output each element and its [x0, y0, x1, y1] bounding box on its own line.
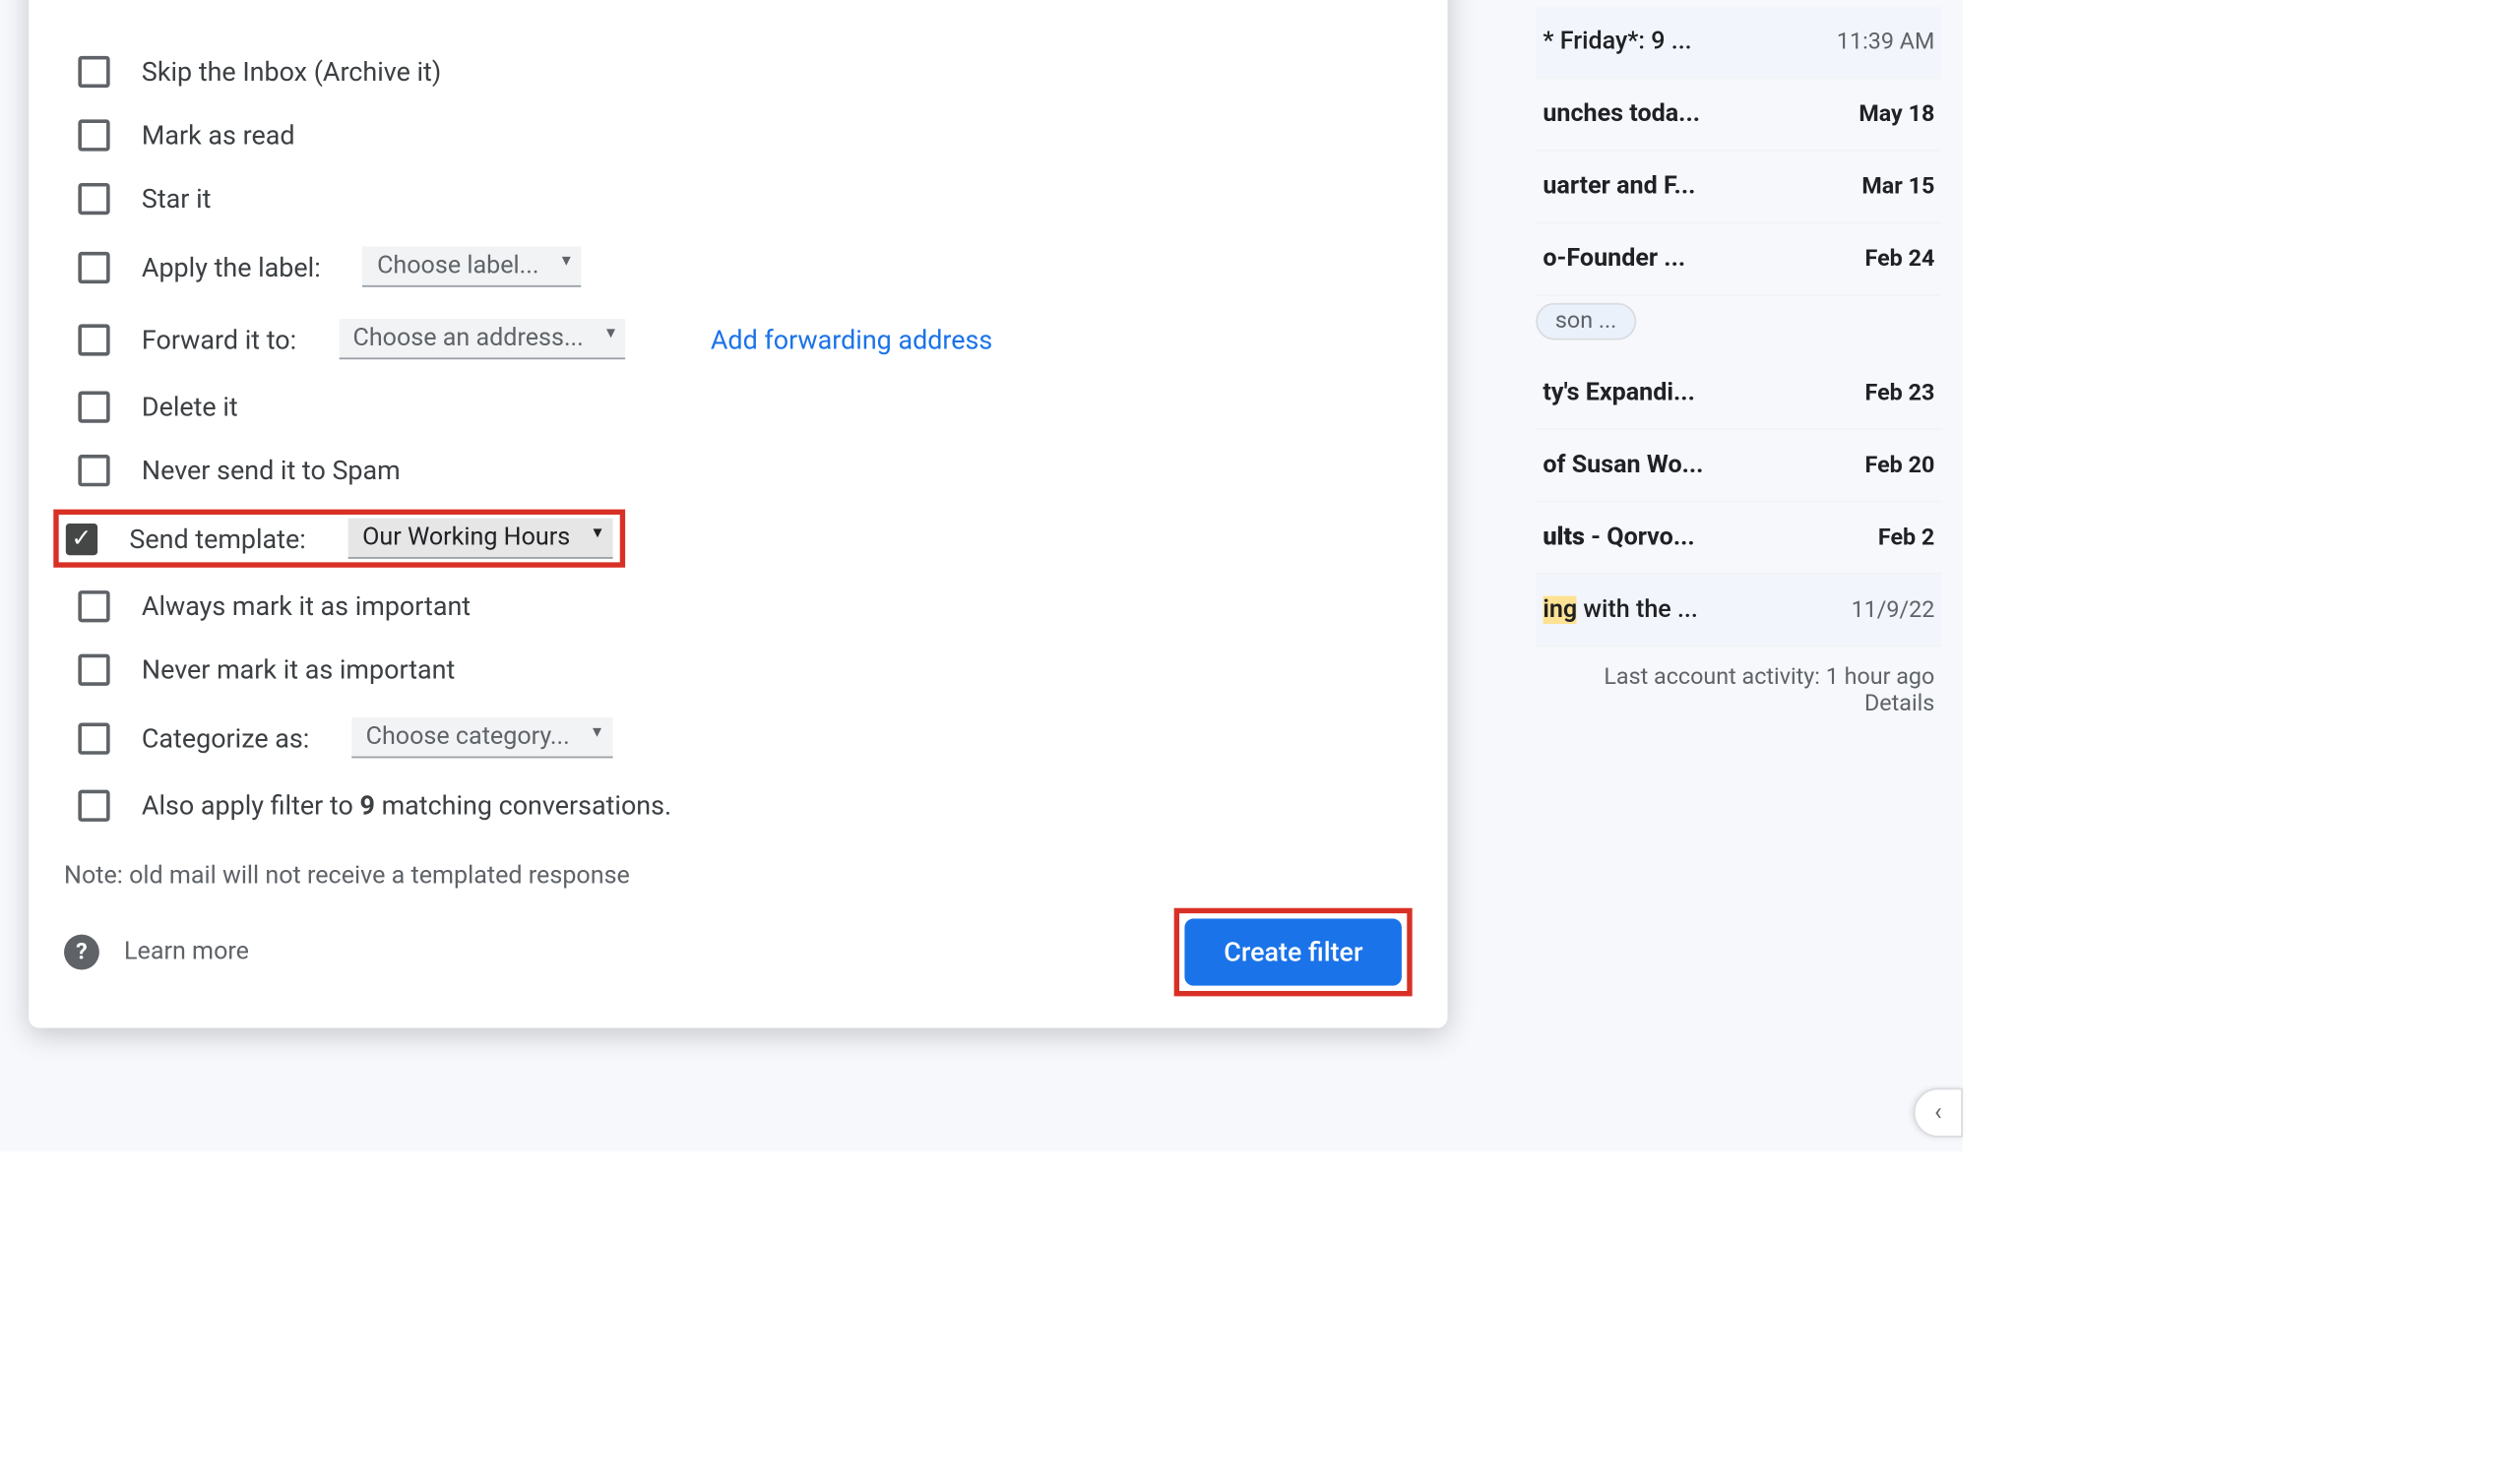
checkbox[interactable] [78, 790, 109, 822]
option-also-apply[interactable]: Also apply filter to 9 matching conversa… [64, 774, 1413, 838]
checkbox[interactable] [78, 455, 109, 486]
sidebar-item-inbox[interactable]: Inbox569 [0, 65, 15, 125]
option-forward[interactable]: Forward it to:Choose an address...Add fo… [64, 303, 1413, 376]
checkbox[interactable] [78, 183, 109, 215]
filter-panel: When a message is an exact match for you… [29, 0, 1447, 1028]
filter-note: Note: old mail will not receive a templa… [64, 862, 1413, 891]
pager: 1–8 of 9 ‹ › [1536, 0, 1941, 7]
category-dropdown[interactable]: Choose category... [351, 717, 612, 758]
email-row[interactable]: o-Founder ...Feb 24 [1536, 223, 1941, 296]
option-skip-inbox[interactable]: Skip the Inbox (Archive it) [64, 40, 1413, 104]
email-row[interactable]: unches toda...May 18 [1536, 79, 1941, 152]
highlight-send-template: ✓ Send template: Our Working Hours [53, 510, 625, 568]
filter-back-button[interactable] [64, 0, 124, 16]
filter-title: When a message is an exact match for you… [149, 0, 843, 1]
forward-dropdown[interactable]: Choose an address... [339, 319, 626, 359]
option-categorize[interactable]: Categorize as:Choose category... [64, 702, 1413, 774]
label-test[interactable]: Test [0, 630, 15, 690]
checkbox[interactable] [78, 722, 109, 754]
checkbox[interactable] [78, 391, 109, 422]
sidebar-item-more[interactable]: More [0, 365, 15, 425]
checkbox-send-template[interactable]: ✓ [66, 523, 97, 554]
sidebar-item-starred[interactable]: Starred [0, 125, 15, 185]
template-dropdown[interactable]: Our Working Hours [348, 519, 612, 559]
create-filter-button[interactable]: Create filter [1185, 919, 1402, 986]
learn-more-link[interactable]: ? Learn more [64, 935, 249, 970]
email-row[interactable]: ults - Qorvo...Feb 2 [1536, 502, 1941, 575]
sidebar: Gmail Compose Inbox569StarredSnoozedSent… [0, 0, 29, 1151]
sidebar-item-snoozed[interactable]: Snoozed [0, 185, 15, 245]
email-row[interactable]: ing with the ...11/9/22 [1536, 575, 1941, 648]
details-link[interactable]: Details [1543, 691, 1934, 717]
checkbox[interactable] [78, 323, 109, 354]
help-icon: ? [64, 935, 99, 970]
label-notes[interactable]: Notes [0, 570, 15, 630]
label-meaningful[interactable]: Meaningful [0, 510, 15, 570]
checkbox[interactable] [78, 56, 109, 88]
option-never-spam[interactable]: Never send it to Spam [64, 439, 1413, 503]
show-sidepanel-button[interactable]: ‹ [1914, 1088, 1963, 1138]
chip[interactable]: son ... [1536, 303, 1636, 340]
add-forwarding-link[interactable]: Add forwarding address [711, 323, 992, 354]
activity-footer: Last account activity: 1 hour ago Detail… [1536, 647, 1941, 735]
email-row[interactable]: ty's Expandi...Feb 23 [1536, 357, 1941, 430]
email-row[interactable]: of Susan Wo...Feb 20 [1536, 430, 1941, 503]
highlight-create-filter: Create filter [1174, 908, 1413, 997]
labels-header: Labels + [0, 425, 15, 510]
option-star[interactable]: Star it [64, 167, 1413, 231]
label-dropdown[interactable]: Choose label... [363, 246, 582, 286]
option-always-important[interactable]: Always mark it as important [64, 575, 1413, 639]
checkbox[interactable] [78, 654, 109, 686]
email-list: 1–8 of 9 ‹ › * Friday*: 9 ...11:39 AMunc… [1536, 0, 1941, 735]
option-mark-read[interactable]: Mark as read [64, 103, 1413, 167]
email-row[interactable]: uarter and F...Mar 15 [1536, 152, 1941, 224]
email-row[interactable]: * Friday*: 9 ...11:39 AM [1536, 7, 1941, 80]
option-apply-label[interactable]: Apply the label:Choose label... [64, 230, 1413, 303]
option-never-important[interactable]: Never mark it as important [64, 638, 1413, 702]
checkbox[interactable] [78, 119, 109, 151]
main-area: working hours Active ? iDownloadBlog [29, 0, 1963, 1151]
sidebar-item-sent[interactable]: Sent [0, 245, 15, 305]
checkbox[interactable] [78, 590, 109, 622]
checkbox[interactable] [78, 251, 109, 282]
option-delete[interactable]: Delete it [64, 375, 1413, 439]
sidebar-item-drafts[interactable]: Drafts17 [0, 305, 15, 365]
